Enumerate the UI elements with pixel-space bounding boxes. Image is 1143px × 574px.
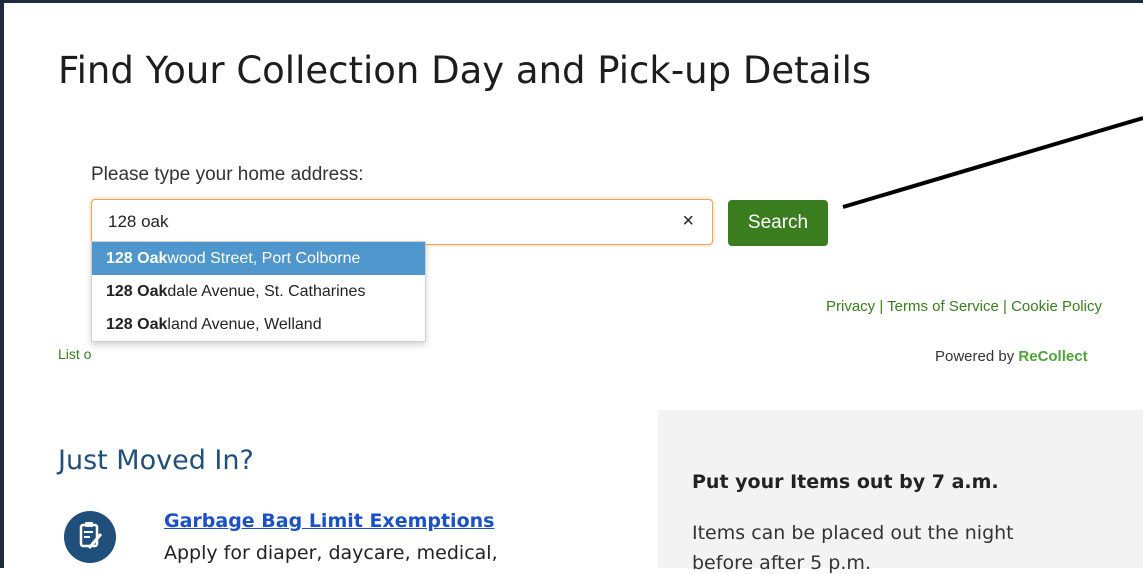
suggestion-match: 128 Oak	[106, 316, 168, 333]
panel-text: before after 5 p.m.	[692, 552, 871, 574]
suggestion-item[interactable]: 128 Oakwood Street, Port Colborne	[92, 242, 425, 275]
panel-title: Put your Items out by 7 a.m.	[692, 471, 999, 493]
suggestion-rest: land Avenue, Welland	[167, 316, 322, 333]
privacy-link[interactable]: Privacy	[826, 298, 875, 315]
clear-icon[interactable]: ×	[682, 210, 694, 233]
cookie-policy-link[interactable]: Cookie Policy	[1011, 298, 1102, 315]
suggestion-match: 128 Oak	[106, 283, 168, 300]
clipboard-edit-icon	[64, 511, 116, 563]
search-button[interactable]: Search	[728, 200, 828, 246]
suggestion-item[interactable]: 128 Oakland Avenue, Welland	[92, 308, 425, 341]
suggestion-item[interactable]: 128 Oakdale Avenue, St. Catharines	[92, 275, 425, 308]
separator: |	[998, 298, 1012, 315]
powered-by: Powered by ReCollect	[935, 348, 1088, 365]
policy-links: Privacy | Terms of Service | Cookie Poli…	[826, 298, 1102, 315]
terms-link[interactable]: Terms of Service	[887, 298, 999, 315]
suggestion-match: 128 Oak	[106, 250, 168, 267]
info-panel: Put your Items out by 7 a.m. Items can b…	[658, 410, 1143, 574]
suggestion-rest: wood Street, Port Colborne	[167, 250, 361, 267]
section-title-just-moved-in: Just Moved In?	[58, 445, 254, 477]
separator: |	[875, 298, 888, 315]
suggestion-rest: dale Avenue, St. Catharines	[167, 283, 366, 300]
garbage-bag-exemptions-link[interactable]: Garbage Bag Limit Exemptions	[164, 510, 494, 532]
address-input[interactable]	[108, 200, 668, 244]
powered-by-text: Powered by	[935, 348, 1019, 365]
address-search-field[interactable]: ×	[91, 199, 713, 245]
recollect-logo[interactable]: ReCollect	[1018, 348, 1087, 365]
address-suggestions: 128 Oakwood Street, Port Colborne 128 Oa…	[91, 241, 426, 342]
list-link[interactable]: List o	[58, 346, 91, 362]
panel-text: Items can be placed out the night	[692, 522, 1014, 544]
address-label: Please type your home address:	[91, 164, 364, 185]
exemptions-description: Apply for diaper, daycare, medical,	[164, 542, 498, 564]
